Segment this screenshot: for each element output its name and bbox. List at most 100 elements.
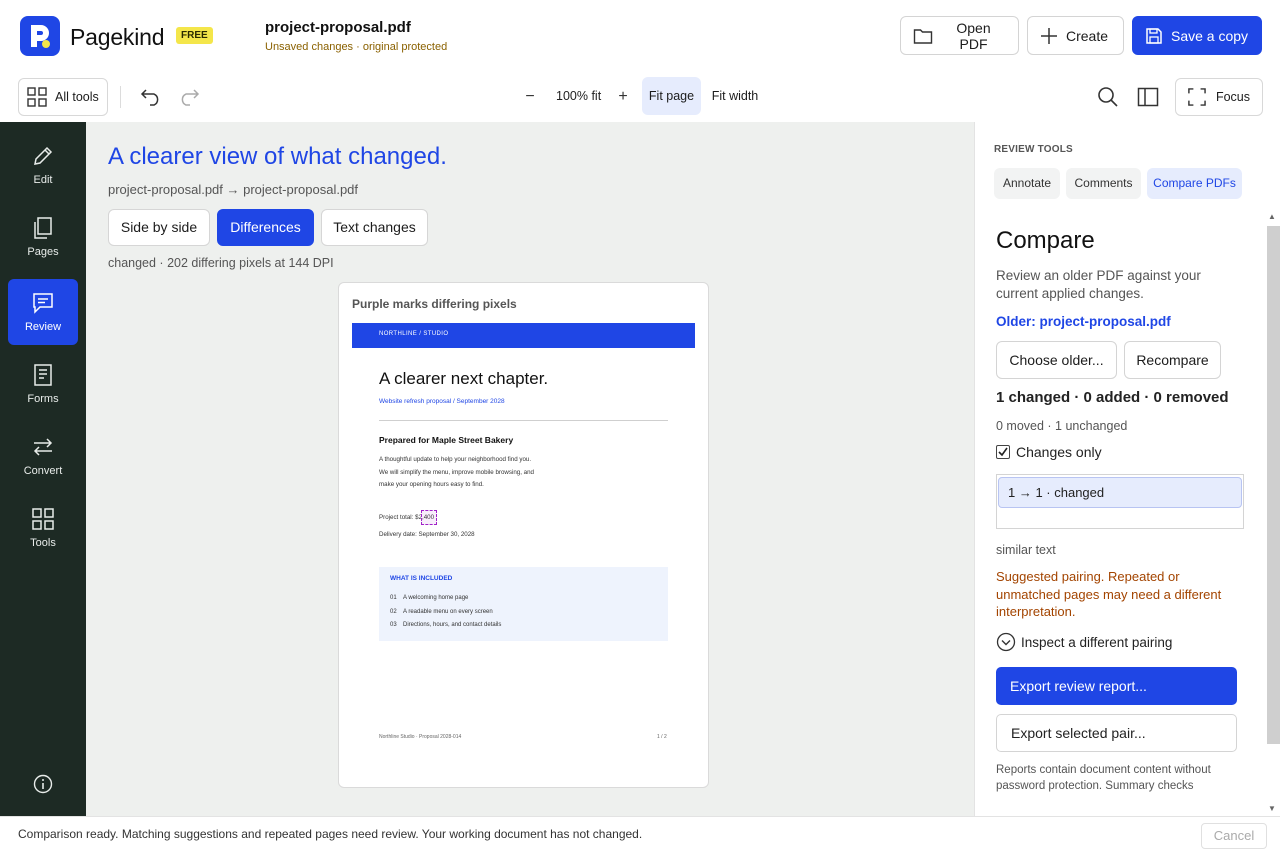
recompare-button[interactable]: Recompare bbox=[1124, 341, 1221, 379]
pairing-warning: Suggested pairing. Repeated or unmatched… bbox=[996, 569, 1222, 619]
status-message: Comparison ready. Matching suggestions a… bbox=[18, 827, 643, 841]
fit-width-button[interactable]: Fit width bbox=[706, 77, 764, 115]
scroll-down-arrow-icon[interactable]: ▼ bbox=[1268, 804, 1276, 813]
form-icon bbox=[34, 364, 52, 386]
grid-icon bbox=[27, 87, 47, 107]
cancel-button[interactable]: Cancel bbox=[1201, 823, 1267, 849]
review-tools-panel: REVIEW TOOLS Annotate Comments Compare P… bbox=[974, 122, 1280, 816]
scroll-up-arrow-icon[interactable]: ▲ bbox=[1268, 212, 1276, 221]
save-copy-button[interactable]: Save a copy bbox=[1132, 16, 1262, 55]
compare-summary-secondary: 0 moved · 1 unchanged bbox=[996, 419, 1128, 433]
comment-icon bbox=[33, 293, 53, 314]
diff-legend: Purple marks differing pixels bbox=[352, 297, 517, 311]
rail-item-label: Edit bbox=[33, 174, 53, 186]
list-item[interactable]: 1 → 1 · changed bbox=[998, 477, 1242, 508]
diff-meta: changed · 202 differing pixels at 144 DP… bbox=[108, 256, 334, 270]
status-bar: Comparison ready. Matching suggestions a… bbox=[0, 816, 1280, 850]
rail-item-label: Tools bbox=[30, 537, 56, 549]
diff-highlight[interactable] bbox=[421, 510, 437, 525]
scrollbar-thumb[interactable] bbox=[1267, 226, 1280, 744]
compare-summary: 1 changed · 0 added · 0 removed bbox=[996, 389, 1229, 406]
doc-body-line: We will simplify the menu, improve mobil… bbox=[379, 468, 534, 476]
rail-item-forms[interactable]: Forms bbox=[8, 351, 78, 417]
doc-divider bbox=[379, 420, 668, 421]
open-pdf-button[interactable]: Open PDF bbox=[900, 16, 1019, 55]
compare-panel-title: Compare bbox=[996, 227, 1095, 254]
document-filename: project-proposal.pdf bbox=[265, 19, 411, 36]
panel-scrollbar[interactable]: ▲ ▼ bbox=[1265, 210, 1280, 816]
chevron-down-circle-icon bbox=[996, 632, 1016, 652]
older-file-link[interactable]: Older: project-proposal.pdf bbox=[996, 314, 1171, 329]
fit-page-button[interactable]: Fit page bbox=[642, 77, 701, 115]
pagekind-logo-icon bbox=[20, 16, 60, 56]
focus-label: Focus bbox=[1215, 90, 1250, 104]
rail-item-pages[interactable]: Pages bbox=[8, 204, 78, 270]
redo-icon[interactable] bbox=[176, 84, 202, 110]
compare-file-path: project-proposal.pdf → project-proposal.… bbox=[108, 182, 359, 197]
focus-button[interactable]: Focus bbox=[1175, 78, 1263, 116]
export-report-button[interactable]: Export review report... bbox=[996, 667, 1237, 705]
app-header: Pagekind FREE project-proposal.pdf Unsav… bbox=[0, 0, 1280, 72]
rail-item-tools[interactable]: Tools bbox=[8, 495, 78, 561]
mode-differences-button[interactable]: Differences bbox=[217, 209, 314, 246]
search-icon[interactable] bbox=[1096, 85, 1120, 109]
tab-annotate[interactable]: Annotate bbox=[994, 168, 1060, 199]
toolbar-divider bbox=[120, 86, 121, 108]
doc-price-label: Project total: bbox=[379, 514, 416, 521]
document-status: Unsaved changes · original protected bbox=[265, 41, 448, 53]
list-item: 02 A readable menu on every screen bbox=[390, 606, 501, 620]
doc-subtitle: Website refresh proposal / September 202… bbox=[379, 398, 505, 405]
zoom-out-button[interactable]: − bbox=[520, 87, 540, 107]
left-rail: Edit Pages Review Forms Convert Tools bbox=[0, 122, 86, 816]
grid-icon bbox=[32, 508, 54, 530]
checkbox-checked-icon[interactable] bbox=[996, 445, 1010, 459]
mode-side-by-side-button[interactable]: Side by side bbox=[108, 209, 210, 246]
swap-icon bbox=[33, 438, 53, 456]
sidebar-toggle-icon[interactable] bbox=[1136, 85, 1160, 109]
tab-compare-pdfs[interactable]: Compare PDFs bbox=[1147, 168, 1242, 199]
doc-footer-left: Northline Studio · Proposal 2028-014 bbox=[379, 734, 462, 740]
export-note: Reports contain document content without… bbox=[996, 764, 1211, 792]
undo-icon[interactable] bbox=[138, 84, 164, 110]
list-item-number: 01 bbox=[390, 595, 397, 601]
doc-included-box: WHAT IS INCLUDED 01 A welcoming home page… bbox=[379, 567, 668, 641]
choose-older-button[interactable]: Choose older... bbox=[996, 341, 1117, 379]
export-pair-button[interactable]: Export selected pair... bbox=[996, 714, 1237, 752]
inspect-pairing-toggle[interactable]: Inspect a different pairing bbox=[996, 632, 1172, 652]
mode-text-changes-button[interactable]: Text changes bbox=[321, 209, 428, 246]
zoom-in-button[interactable]: + bbox=[613, 87, 633, 107]
zoom-level[interactable]: 100% fit bbox=[556, 89, 601, 103]
doc-body-line: A thoughtful update to help your neighbo… bbox=[379, 456, 532, 463]
tab-comments[interactable]: Comments bbox=[1066, 168, 1141, 199]
rail-item-label: Pages bbox=[27, 246, 59, 258]
rail-item-review[interactable]: Review bbox=[8, 279, 78, 345]
doc-prepared-for: Prepared for Maple Street Bakery bbox=[379, 435, 514, 445]
expand-icon bbox=[1188, 88, 1206, 106]
inspect-pairing-label: Inspect a different pairing bbox=[1021, 634, 1173, 650]
changes-only-label: Changes only bbox=[1016, 444, 1102, 460]
doc-body: A thoughtful update to help your neighbo… bbox=[379, 454, 579, 492]
compare-description: Review an older PDF against your current… bbox=[996, 268, 1201, 301]
save-copy-label: Save a copy bbox=[1171, 27, 1249, 44]
doc-heading: A clearer next chapter. bbox=[379, 369, 549, 388]
folder-icon bbox=[913, 28, 933, 44]
pages-icon bbox=[34, 217, 52, 239]
compare-title: A clearer view of what changed. bbox=[108, 143, 447, 170]
all-tools-label: All tools bbox=[55, 90, 99, 104]
rail-item-edit[interactable]: Edit bbox=[8, 132, 78, 198]
changes-only-checkbox[interactable]: Changes only bbox=[996, 444, 1102, 460]
doc-included-list: 01 A welcoming home page 02 A readable men… bbox=[390, 592, 501, 633]
all-tools-button[interactable]: All tools bbox=[18, 78, 108, 116]
doc-header-band: NORTHLINE / STUDIO bbox=[352, 323, 695, 348]
list-item-text: A readable menu on every screen bbox=[403, 608, 493, 615]
info-icon[interactable] bbox=[33, 774, 53, 794]
list-item-text: A welcoming home page bbox=[403, 595, 469, 601]
rail-item-convert[interactable]: Convert bbox=[8, 423, 78, 489]
doc-page-number: 1 / 2 bbox=[657, 734, 667, 740]
create-button[interactable]: Create bbox=[1027, 16, 1124, 55]
rail-item-label: Convert bbox=[23, 465, 63, 477]
doc-included-title: WHAT IS INCLUDED bbox=[390, 575, 453, 582]
page-pair-list: 1 → 1 · changed bbox=[996, 474, 1244, 529]
toolbar: All tools − 100% fit + Fit page Fit widt… bbox=[0, 72, 1280, 122]
list-item-text: Directions, hours, and contact details bbox=[403, 622, 502, 628]
